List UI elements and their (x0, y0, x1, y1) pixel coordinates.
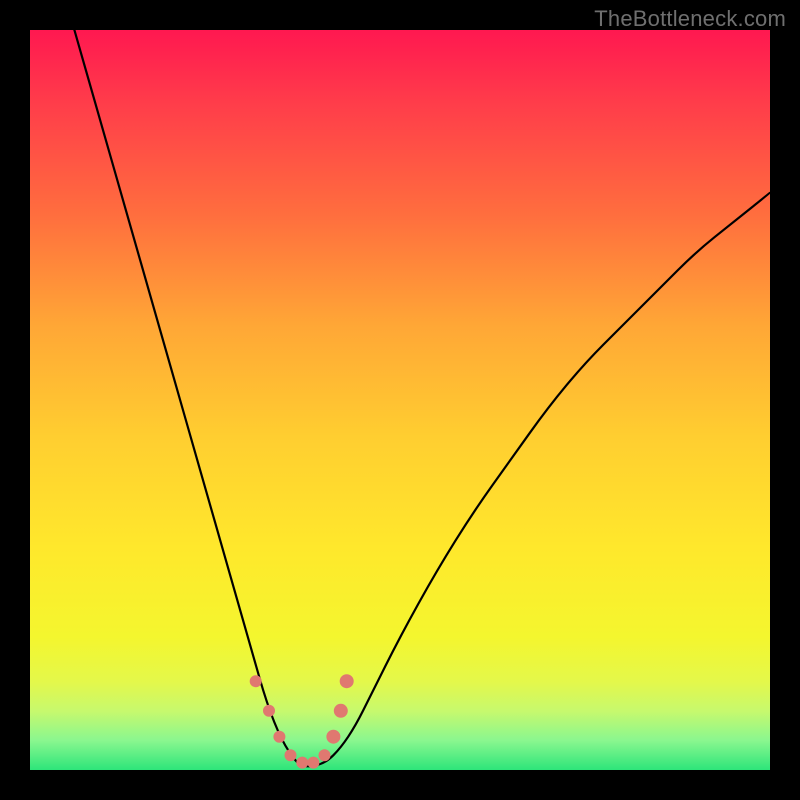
valley-marker (327, 730, 340, 743)
valley-marker (297, 757, 308, 768)
bottleneck-curve (74, 30, 770, 766)
chart-frame: TheBottleneck.com (0, 0, 800, 800)
valley-marker (264, 705, 275, 716)
valley-marker (250, 676, 261, 687)
valley-marker (285, 750, 296, 761)
chart-svg (30, 30, 770, 770)
valley-marker (340, 675, 353, 688)
valley-marker (308, 757, 319, 768)
valley-marker-group (250, 675, 353, 768)
valley-marker (334, 704, 347, 717)
watermark-text: TheBottleneck.com (594, 6, 786, 32)
chart-plot-area (30, 30, 770, 770)
valley-marker (274, 731, 285, 742)
valley-marker (319, 750, 330, 761)
